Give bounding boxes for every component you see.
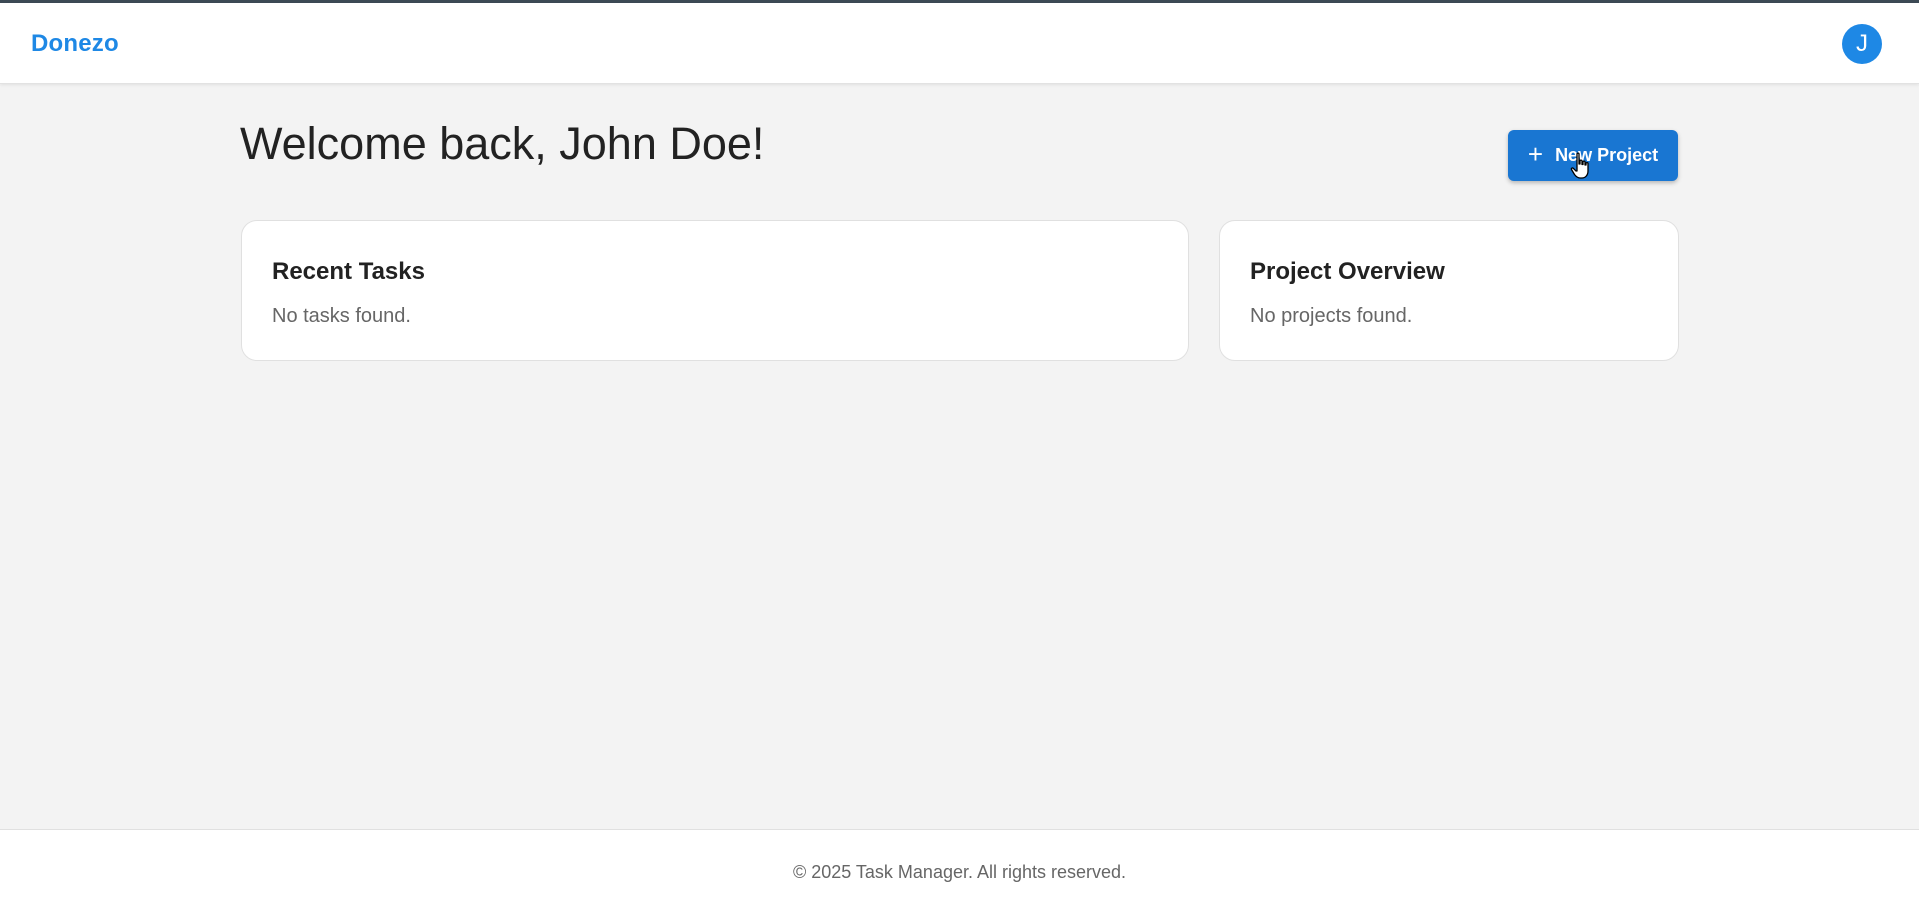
footer: © 2025 Task Manager. All rights reserved… — [0, 829, 1919, 899]
user-avatar[interactable]: J — [1842, 24, 1882, 64]
footer-copyright: © 2025 Task Manager. All rights reserved… — [792, 862, 1127, 882]
brand-logo[interactable]: Donezo — [31, 30, 119, 58]
page-title: Welcome back, John Doe! — [240, 118, 765, 169]
new-project-button[interactable]: + New Project — [1508, 130, 1678, 181]
plus-icon: + — [1527, 139, 1544, 169]
hand-pointer-icon — [1570, 152, 1589, 179]
recent-tasks-empty-text: No tasks found. — [272, 305, 411, 327]
recent-tasks-title: Recent Tasks — [272, 258, 425, 285]
project-overview-title: Project Overview — [1250, 258, 1445, 285]
project-overview-empty-text: No projects found. — [1250, 305, 1413, 327]
project-overview-card: Project Overview No projects found. — [1219, 220, 1679, 361]
navbar: Donezo J — [0, 3, 1919, 84]
recent-tasks-card: Recent Tasks No tasks found. — [241, 220, 1189, 361]
